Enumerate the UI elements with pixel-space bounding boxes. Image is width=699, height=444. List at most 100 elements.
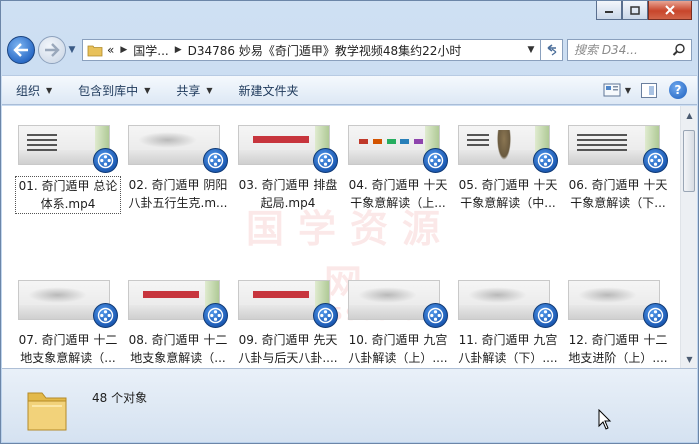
address-dropdown[interactable]: ▼ (522, 45, 540, 55)
share-label: 共享 (176, 83, 201, 98)
file-name-label: 04. 奇门遁甲 十天 干象意解读（上... (343, 176, 453, 212)
caption-buttons (596, 1, 692, 20)
organize-menu[interactable]: 组织 ▼ (16, 82, 52, 99)
file-name-line-1: 11. 奇门遁甲 九宫 (458, 333, 558, 347)
mouse-cursor-icon (598, 409, 612, 430)
maximize-button[interactable] (622, 1, 648, 20)
file-name-label: 02. 奇门遁甲 阴阳 八卦五行生克.m... (123, 176, 233, 212)
video-file-icon (93, 303, 118, 328)
forward-button[interactable] (38, 36, 66, 64)
navigation-bar: ▼ « ▶ 国学... ▶ D34786 妙易《奇门遁甲》教学视频48集约22小… (7, 33, 692, 67)
new-folder-label: 新建文件夹 (238, 83, 299, 98)
refresh-icon (547, 44, 556, 56)
video-file-icon (423, 303, 448, 328)
video-file-icon (533, 303, 558, 328)
file-name-line-2: 起局.mp4 (260, 196, 316, 210)
chevron-down-icon: ▼ (206, 85, 213, 95)
file-name-line-1: 05. 奇门遁甲 十天 (458, 178, 558, 192)
file-list-pane[interactable]: 国学资源网 www.95959.com 01. 奇门遁甲 总论体系.mp402.… (2, 106, 697, 368)
video-file-icon (93, 148, 118, 173)
details-pane: 48 个对象 (2, 368, 697, 442)
recent-pages-dropdown[interactable]: ▼ (66, 45, 78, 55)
toolbar-right: ▼ ? (603, 81, 687, 99)
breadcrumb-separator[interactable]: ▶ (175, 45, 182, 55)
file-name-line-1: 04. 奇门遁甲 十天 (348, 178, 448, 192)
video-file-icon (313, 303, 338, 328)
file-name-line-2: 地支象意解读（... (20, 351, 116, 365)
close-icon (665, 5, 675, 15)
search-box[interactable] (567, 39, 692, 61)
file-name-label: 01. 奇门遁甲 总论 体系.mp4 (15, 176, 121, 214)
file-name-line-2: 八卦五行生克.m... (128, 196, 228, 210)
file-name-line-2: 八卦解读（下）.... (458, 351, 558, 365)
file-name-label: 12. 奇门遁甲 十二 地支进阶（上）.... (563, 331, 673, 367)
refresh-button[interactable] (541, 39, 563, 61)
scrollbar-thumb[interactable] (683, 130, 695, 192)
view-dropdown[interactable]: ▼ (625, 86, 631, 95)
file-name-line-1: 12. 奇门遁甲 十二 (568, 333, 668, 347)
address-bar[interactable]: « ▶ 国学... ▶ D34786 妙易《奇门遁甲》教学视频48集约22小时 … (82, 39, 541, 61)
file-name-line-2: 八卦解读（上）.... (348, 351, 448, 365)
breadcrumb-parent[interactable]: 国学... (133, 42, 168, 59)
video-file-icon (533, 148, 558, 173)
preview-pane-button[interactable] (641, 82, 657, 98)
close-button[interactable] (648, 1, 692, 20)
file-name-line-1: 02. 奇门遁甲 阴阳 (128, 178, 228, 192)
share-menu[interactable]: 共享 ▼ (176, 82, 212, 99)
file-name-line-2: 地支象意解读（... (130, 351, 226, 365)
video-file-icon (643, 148, 668, 173)
scroll-up-arrow[interactable]: ▲ (682, 107, 697, 123)
file-name-label: 05. 奇门遁甲 十天 干象意解读（中... (453, 176, 563, 212)
video-file-icon (643, 303, 668, 328)
new-folder-button[interactable]: 新建文件夹 (239, 82, 299, 99)
video-file-icon (203, 303, 228, 328)
command-bar: 组织 ▼ 包含到库中 ▼ 共享 ▼ 新建文件夹 ▼ ? (2, 75, 697, 105)
folder-icon (87, 45, 103, 57)
file-name-line-1: 08. 奇门遁甲 十二 (128, 333, 228, 347)
include-in-library-menu[interactable]: 包含到库中 ▼ (78, 82, 150, 99)
organize-label: 组织 (16, 83, 41, 98)
view-options-icon (603, 83, 621, 97)
minimize-icon (605, 11, 613, 13)
breadcrumb-current[interactable]: D34786 妙易《奇门遁甲》教学视频48集约22小时 (188, 42, 462, 59)
file-name-line-1: 01. 奇门遁甲 总论 (18, 179, 118, 193)
chevron-down-icon: ▼ (46, 85, 53, 95)
explorer-window: ▼ « ▶ 国学... ▶ D34786 妙易《奇门遁甲》教学视频48集约22小… (0, 0, 699, 444)
file-name-line-1: 10. 奇门遁甲 九宫 (348, 333, 448, 347)
file-name-line-2: 体系.mp4 (40, 197, 96, 211)
search-icon[interactable] (672, 43, 686, 57)
file-name-label: 10. 奇门遁甲 九宫 八卦解读（上）.... (343, 331, 453, 367)
file-name-line-2: 干象意解读（下... (570, 196, 666, 210)
vertical-scrollbar[interactable]: ▲ ▼ (680, 106, 697, 368)
file-name-label: 09. 奇门遁甲 先天 八卦与后天八卦.... (233, 331, 343, 367)
file-name-line-2: 干象意解读（中... (460, 196, 556, 210)
scroll-down-arrow[interactable]: ▼ (682, 351, 697, 367)
file-name-line-1: 09. 奇门遁甲 先天 (238, 333, 338, 347)
arrow-left-icon (13, 43, 28, 57)
video-file-icon (423, 148, 448, 173)
chevron-down-icon: ▼ (144, 85, 151, 95)
include-in-library-label: 包含到库中 (78, 83, 139, 98)
help-button[interactable]: ? (669, 81, 687, 99)
folder-icon (27, 392, 67, 431)
file-name-line-2: 地支进阶（上）.... (568, 351, 668, 365)
file-name-line-2: 干象意解读（上... (350, 196, 446, 210)
video-file-icon (313, 148, 338, 173)
file-name-label: 03. 奇门遁甲 排盘 起局.mp4 (233, 176, 343, 212)
item-count: 48 个对象 (92, 391, 148, 405)
file-name-line-1: 03. 奇门遁甲 排盘 (238, 178, 338, 192)
file-name-label: 11. 奇门遁甲 九宫 八卦解读（下）.... (453, 331, 563, 367)
minimize-button[interactable] (596, 1, 622, 20)
file-name-label: 06. 奇门遁甲 十天 干象意解读（下... (563, 176, 673, 212)
arrow-right-icon (45, 43, 60, 57)
breadcrumb-overflow[interactable]: « (107, 43, 114, 57)
file-name-label: 07. 奇门遁甲 十二 地支象意解读（... (13, 331, 123, 367)
file-name-line-1: 06. 奇门遁甲 十天 (568, 178, 668, 192)
back-button[interactable] (7, 36, 35, 64)
change-view-button[interactable] (603, 82, 621, 98)
help-icon: ? (674, 83, 682, 97)
search-input[interactable] (574, 43, 672, 57)
file-name-line-2: 八卦与后天八卦.... (238, 351, 338, 365)
file-name-line-1: 07. 奇门遁甲 十二 (18, 333, 118, 347)
breadcrumb-separator[interactable]: ▶ (120, 45, 127, 55)
